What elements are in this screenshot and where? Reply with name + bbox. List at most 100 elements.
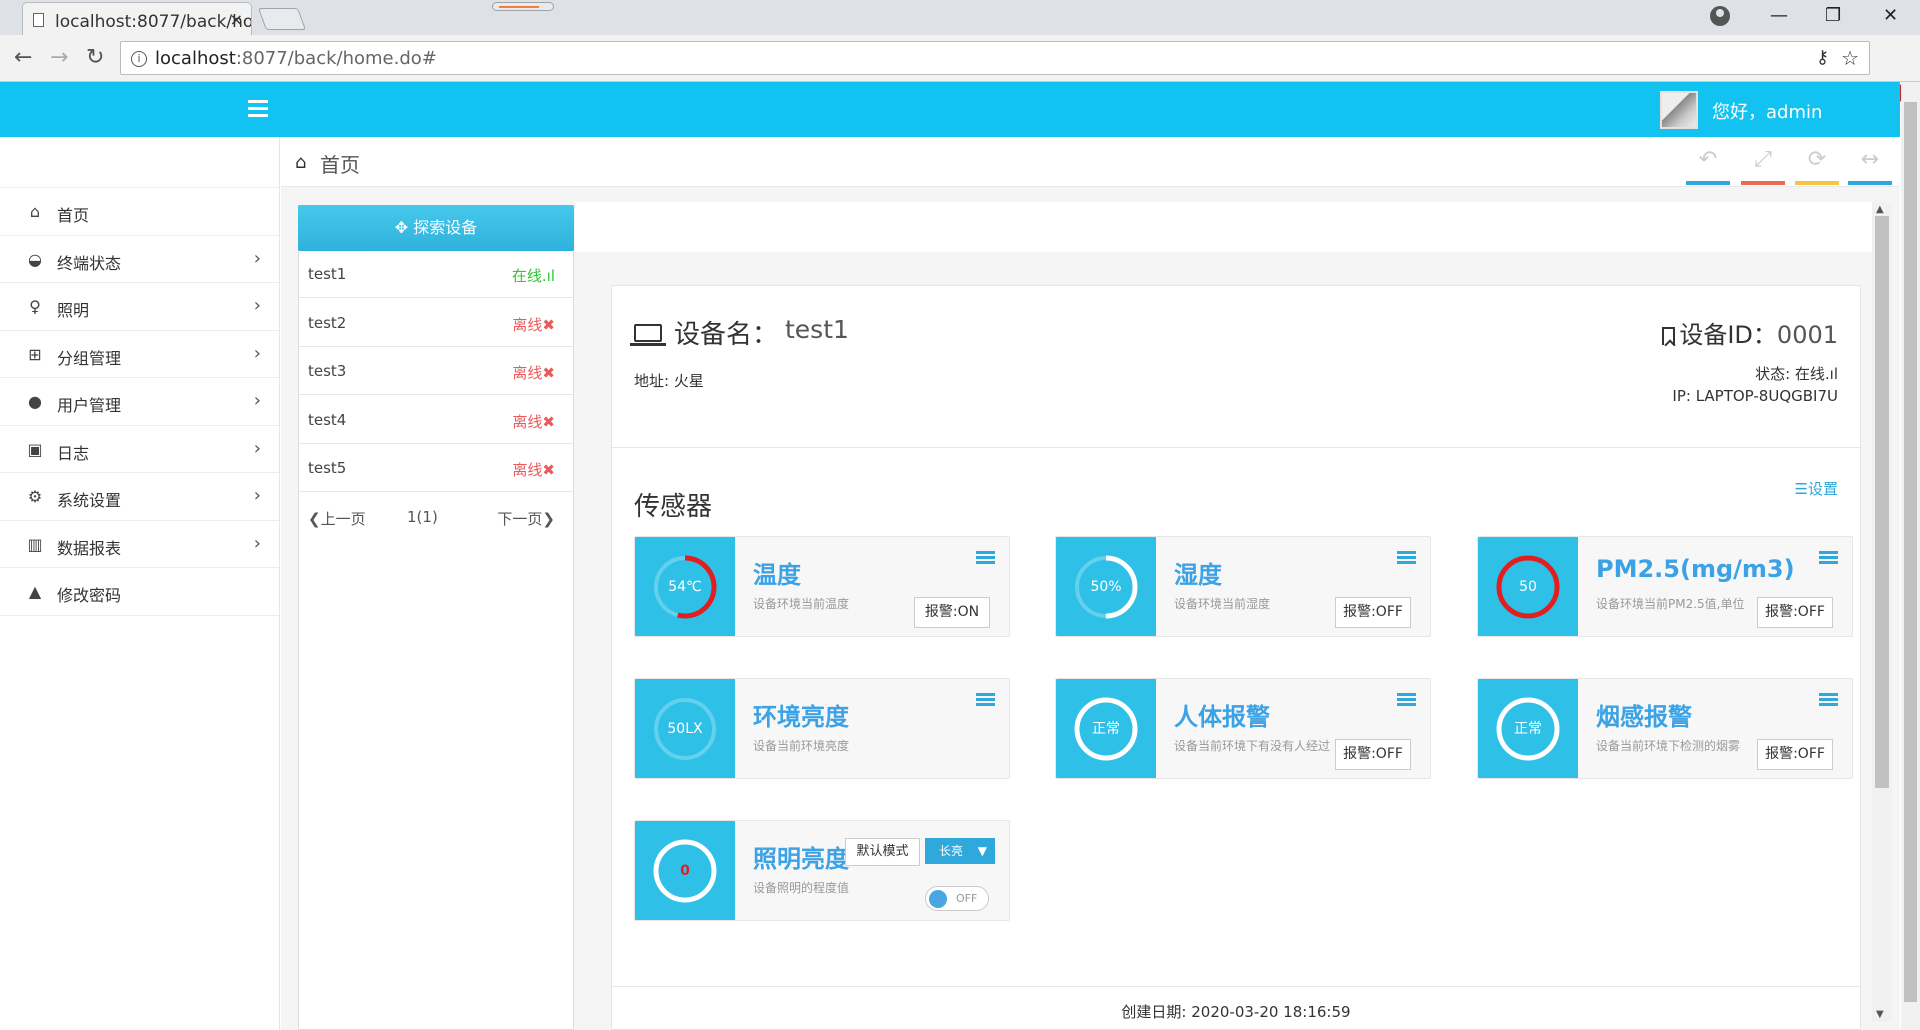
sensor-title: 温度: [753, 561, 801, 589]
discover-devices-button[interactable]: ✥ 探索设备: [298, 205, 574, 251]
browser-tab[interactable]: localhost:8077/back/ho ×: [22, 2, 252, 36]
list-icon[interactable]: [976, 551, 995, 565]
sensor-title: PM2.5(mg/m3): [1596, 555, 1795, 583]
restore-icon[interactable]: ❐: [1825, 5, 1841, 26]
page-scrollbar-thumb[interactable]: [1904, 102, 1917, 1002]
sensor-gauge: 54℃: [635, 537, 735, 636]
sidebar-item-2[interactable]: ◒ 终端状态 ›: [0, 236, 279, 283]
list-icon[interactable]: [1819, 551, 1838, 565]
browser-tab-strip: localhost:8077/back/ho × — ❐ ✕: [0, 0, 1920, 36]
breadcrumb: ⌂ 首页 ↶ ⤢ ⟳ ↔: [281, 137, 1900, 187]
main-content: ⌂ 首页 ↶ ⤢ ⟳ ↔ ✥ 探索设备 test1 在线.ıl test2 离线✖…: [281, 137, 1900, 1030]
forward-icon[interactable]: →: [50, 45, 68, 70]
sidebar-item-label: 照明: [57, 301, 90, 320]
bar-chart-icon: ▥: [27, 534, 43, 554]
device-address: 地址: 火星: [634, 372, 704, 390]
prev-page-link[interactable]: ❮上一页: [308, 508, 366, 529]
page-indicator: 1(1): [407, 508, 438, 526]
refresh-icon: ⟳: [1807, 147, 1827, 172]
key-icon[interactable]: ⚷: [1816, 47, 1829, 68]
toggle-knob: [929, 890, 947, 908]
lighting-description: 设备照明的程度值: [753, 881, 850, 895]
list-icon[interactable]: [1397, 551, 1416, 565]
page-scrollbar[interactable]: [1901, 82, 1920, 1030]
bookmark-star-icon[interactable]: ☆: [1841, 46, 1859, 70]
alarm-toggle-button[interactable]: 报警:OFF: [1335, 597, 1411, 628]
lightbulb-icon: ♀: [29, 297, 41, 316]
sensor-settings-link[interactable]: ☰设置: [1795, 478, 1838, 499]
default-mode-button[interactable]: 默认模式: [845, 838, 920, 866]
arrows-horizontal-icon: ↔: [1860, 147, 1880, 172]
device-list-name: test2: [308, 313, 347, 332]
device-list-item[interactable]: test5 离线✖: [299, 445, 573, 492]
width-tool-button[interactable]: ↔: [1848, 147, 1892, 185]
user-greeting[interactable]: 您好，admin: [1712, 98, 1822, 124]
sidebar-item-3[interactable]: ♀ 照明 ›: [0, 283, 279, 331]
profile-icon[interactable]: [1710, 6, 1730, 26]
address-bar[interactable]: i localhost:8077/back/home.do# ⚷ ☆: [120, 41, 1870, 75]
list-icon[interactable]: [976, 693, 995, 707]
sensor-title: 环境亮度: [753, 703, 849, 731]
refresh-tool-button[interactable]: ⟳: [1795, 147, 1839, 185]
gears-icon: ⚙: [27, 487, 43, 506]
device-list-name: test3: [308, 362, 347, 380]
gauge-value: 50: [1519, 579, 1537, 595]
sidebar: ⌂ 首页 ◒ 终端状态 › ♀ 照明 › ⊞ 分组管理 › ● 用户管理 › ▣ 日志 …: [0, 137, 280, 1030]
gauge-value: 50LX: [667, 721, 703, 737]
scrollbar-thumb[interactable]: [1875, 216, 1889, 788]
avatar[interactable]: [1660, 91, 1698, 129]
sidebar-item-6[interactable]: ▣ 日志 ›: [0, 426, 279, 473]
sidebar-header: [0, 137, 279, 188]
tool-underline: [1686, 181, 1730, 185]
device-list-name: test1: [308, 265, 347, 283]
device-list-panel: ✥ 探索设备 test1 在线.ıl test2 离线✖ test3 离线✖ test…: [298, 205, 574, 1030]
light-mode-select[interactable]: 长亮 ▼: [925, 838, 995, 864]
chevron-right-icon: ›: [253, 532, 261, 554]
reload-icon[interactable]: ↻: [86, 45, 104, 70]
device-list-item[interactable]: test3 离线✖: [299, 348, 573, 395]
alarm-toggle-button[interactable]: 报警:OFF: [1335, 739, 1411, 770]
list-icon[interactable]: [1397, 693, 1416, 707]
light-mode-value: 长亮: [939, 844, 964, 858]
sidebar-item-label: 系统设置: [57, 491, 122, 510]
breadcrumb-label[interactable]: 首页: [320, 149, 360, 178]
fullscreen-icon: ⤢: [1754, 147, 1772, 172]
chevron-right-icon: ›: [253, 295, 261, 316]
sidebar-item-8[interactable]: ▥ 数据报表 ›: [0, 521, 279, 568]
sensor-tile: 50LX 环境亮度 设备当前环境亮度: [634, 678, 1010, 779]
device-id-label: 设备ID：: [1679, 321, 1777, 349]
device-list-item[interactable]: test4 离线✖: [299, 397, 573, 444]
sidebar-item-7[interactable]: ⚙ 系统设置 ›: [0, 473, 279, 521]
back-tool-button[interactable]: ↶: [1686, 147, 1730, 185]
device-list-item[interactable]: test2 离线✖: [299, 300, 573, 347]
sidebar-item-9[interactable]: ▲ 修改密码: [0, 568, 279, 616]
close-window-icon[interactable]: ✕: [1883, 5, 1898, 26]
device-list-item[interactable]: test1 在线.ıl: [299, 251, 573, 298]
sensor-gauge: 正常: [1056, 679, 1156, 778]
sidebar-item-5[interactable]: ● 用户管理 ›: [0, 378, 279, 426]
site-info-icon[interactable]: i: [131, 51, 147, 67]
alarm-toggle-button[interactable]: 报警:ON: [914, 597, 990, 628]
tab-close-icon[interactable]: ×: [230, 10, 243, 29]
sidebar-item-label: 终端状态: [57, 253, 122, 273]
tool-underline: [1741, 181, 1785, 185]
url-path: :8077/back/home.do#: [235, 48, 437, 69]
back-icon[interactable]: ←: [14, 45, 32, 70]
alarm-toggle-button[interactable]: 报警:OFF: [1757, 597, 1833, 628]
inner-scrollbar[interactable]: ▲ ▼: [1872, 202, 1892, 1022]
alarm-toggle-button[interactable]: 报警:OFF: [1757, 739, 1833, 770]
light-switch-toggle[interactable]: OFF: [925, 886, 989, 911]
next-page-link[interactable]: 下一页❯: [497, 508, 555, 529]
minimize-icon[interactable]: —: [1770, 5, 1788, 26]
sidebar-item-1[interactable]: ⌂ 首页: [0, 188, 279, 236]
device-id: 设备ID：0001: [1662, 315, 1838, 350]
list-icon[interactable]: [1819, 693, 1838, 707]
scroll-up-icon[interactable]: ▲: [1876, 204, 1884, 215]
new-tab-button[interactable]: [257, 8, 307, 30]
sidebar-item-4[interactable]: ⊞ 分组管理 ›: [0, 331, 279, 378]
page-icon: [33, 13, 44, 27]
scroll-down-icon[interactable]: ▼: [1876, 1009, 1884, 1020]
web-page: 您好，admin ⌂ 首页 ◒ 终端状态 › ♀ 照明 › ⊞ 分组管理 › ● 用户…: [0, 82, 1900, 1030]
fullscreen-tool-button[interactable]: ⤢: [1741, 147, 1785, 185]
menu-toggle-icon[interactable]: [248, 100, 268, 118]
